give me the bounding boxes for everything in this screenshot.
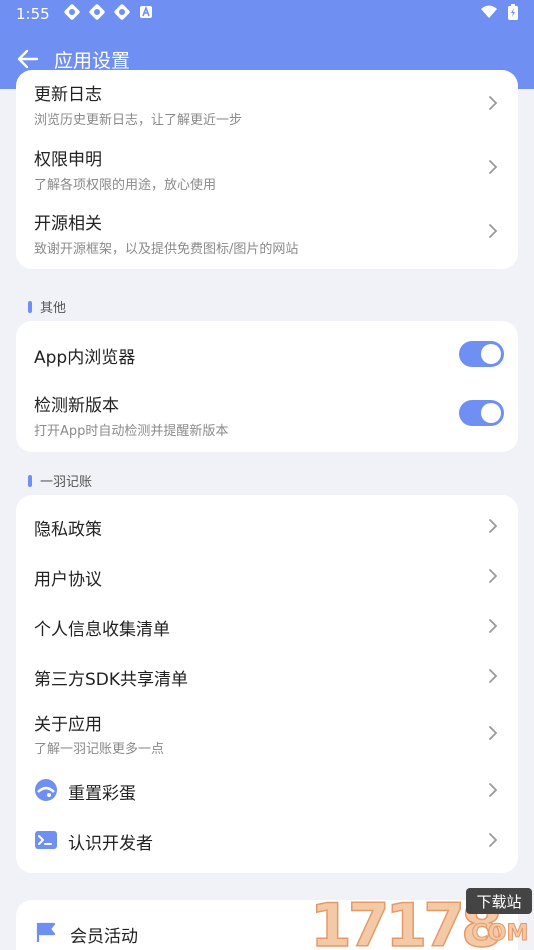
list-item-permissions[interactable]: 权限申明 了解各项权限的用途，放心使用 — [16, 134, 518, 196]
check-update-toggle[interactable] — [459, 400, 504, 426]
chevron-right-icon — [489, 783, 498, 797]
chevron-right-icon — [489, 569, 498, 583]
chevron-right-icon — [489, 224, 498, 238]
status-time: 1:55 — [16, 5, 50, 23]
list-item-title: 检测新版本 — [34, 396, 119, 416]
notification-app-icon — [64, 4, 80, 24]
in-app-browser-toggle[interactable] — [459, 341, 504, 367]
chevron-right-icon — [489, 160, 498, 174]
notification-a-icon — [139, 5, 153, 23]
page-title: 应用设置 — [54, 49, 131, 72]
notification-app-icon — [89, 4, 105, 24]
list-item-third-party-sdk[interactable]: 第三方SDK共享清单 — [16, 651, 518, 701]
list-item-title: 认识开发者 — [68, 834, 153, 854]
section-title: 其他 — [40, 301, 67, 316]
watermark-logo: 17178 下载站 COM — [308, 888, 534, 950]
chevron-right-icon — [489, 519, 498, 533]
status-bar: 1:55 — [0, 0, 534, 28]
list-item-subtitle: 了解各项权限的用途，放心使用 — [34, 178, 217, 193]
notification-app-icon — [114, 4, 130, 24]
list-item-personal-info-list[interactable]: 个人信息收集清单 — [16, 601, 518, 651]
notification-icons — [64, 4, 153, 24]
list-item-meet-developer[interactable]: 认识开发者 — [16, 815, 518, 865]
egg-icon — [35, 779, 57, 801]
chevron-right-icon — [489, 669, 498, 683]
list-item-about[interactable]: 关于应用 了解一羽记账更多一点 — [16, 701, 518, 765]
list-item-title: 个人信息收集清单 — [34, 620, 170, 640]
info-card: 更新日志 浏览历史更新日志，让了解更近一步 权限申明 了解各项权限的用途，放心使… — [16, 70, 518, 269]
list-item-privacy-policy[interactable]: 隐私政策 — [16, 501, 518, 551]
toggle-knob — [481, 403, 501, 423]
chevron-right-icon — [489, 726, 498, 740]
list-item-title: 第三方SDK共享清单 — [34, 670, 189, 690]
section-title: 一羽记账 — [40, 475, 93, 490]
chevron-right-icon — [489, 619, 498, 633]
terminal-icon — [35, 831, 57, 849]
list-item-title: 开源相关 — [34, 214, 102, 234]
chevron-right-icon — [489, 96, 498, 110]
system-icons — [480, 4, 518, 24]
svg-text:下载站: 下载站 — [476, 893, 521, 911]
list-item-title: 更新日志 — [34, 85, 102, 105]
chevron-right-icon — [489, 833, 498, 847]
flag-icon — [36, 922, 56, 942]
toggle-knob — [481, 344, 501, 364]
list-item-check-update[interactable]: 检测新版本 打开App时自动检测并提醒新版本 — [16, 383, 518, 449]
other-card: App内浏览器 检测新版本 打开App时自动检测并提醒新版本 — [16, 321, 518, 452]
section-header-app: 一羽记账 — [28, 471, 92, 490]
list-item-subtitle: 了解一羽记账更多一点 — [34, 742, 165, 757]
list-item-reset-easter-egg[interactable]: 重置彩蛋 — [16, 765, 518, 815]
list-item-changelog[interactable]: 更新日志 浏览历史更新日志，让了解更近一步 — [16, 70, 518, 132]
app-card: 隐私政策 用户协议 个人信息收集清单 第三方SDK共享清单 关于应用 了解一羽记… — [16, 495, 518, 873]
section-accent-bar — [28, 300, 32, 313]
list-item-subtitle: 浏览历史更新日志，让了解更近一步 — [34, 113, 243, 128]
list-item-title: 关于应用 — [34, 715, 102, 735]
list-item-title: 会员活动 — [70, 927, 138, 947]
list-item-open-source[interactable]: 开源相关 致谢开源框架，以及提供免费图标/图片的网站 — [16, 198, 518, 260]
list-item-title: App内浏览器 — [34, 348, 136, 368]
list-item-subtitle: 打开App时自动检测并提醒新版本 — [34, 424, 229, 439]
list-item-subtitle: 致谢开源框架，以及提供免费图标/图片的网站 — [34, 242, 299, 257]
list-item-title: 重置彩蛋 — [68, 784, 136, 804]
svg-text:COM: COM — [472, 921, 529, 946]
section-header-other: 其他 — [28, 297, 66, 316]
list-item-title: 权限申明 — [34, 150, 102, 170]
list-item-in-app-browser[interactable]: App内浏览器 — [16, 321, 518, 383]
arrow-left-icon — [17, 49, 39, 69]
section-accent-bar — [28, 474, 32, 487]
list-item-user-agreement[interactable]: 用户协议 — [16, 551, 518, 601]
list-item-title: 隐私政策 — [34, 520, 102, 540]
battery-icon — [508, 4, 518, 24]
list-item-title: 用户协议 — [34, 570, 102, 590]
wifi-icon — [480, 5, 498, 23]
